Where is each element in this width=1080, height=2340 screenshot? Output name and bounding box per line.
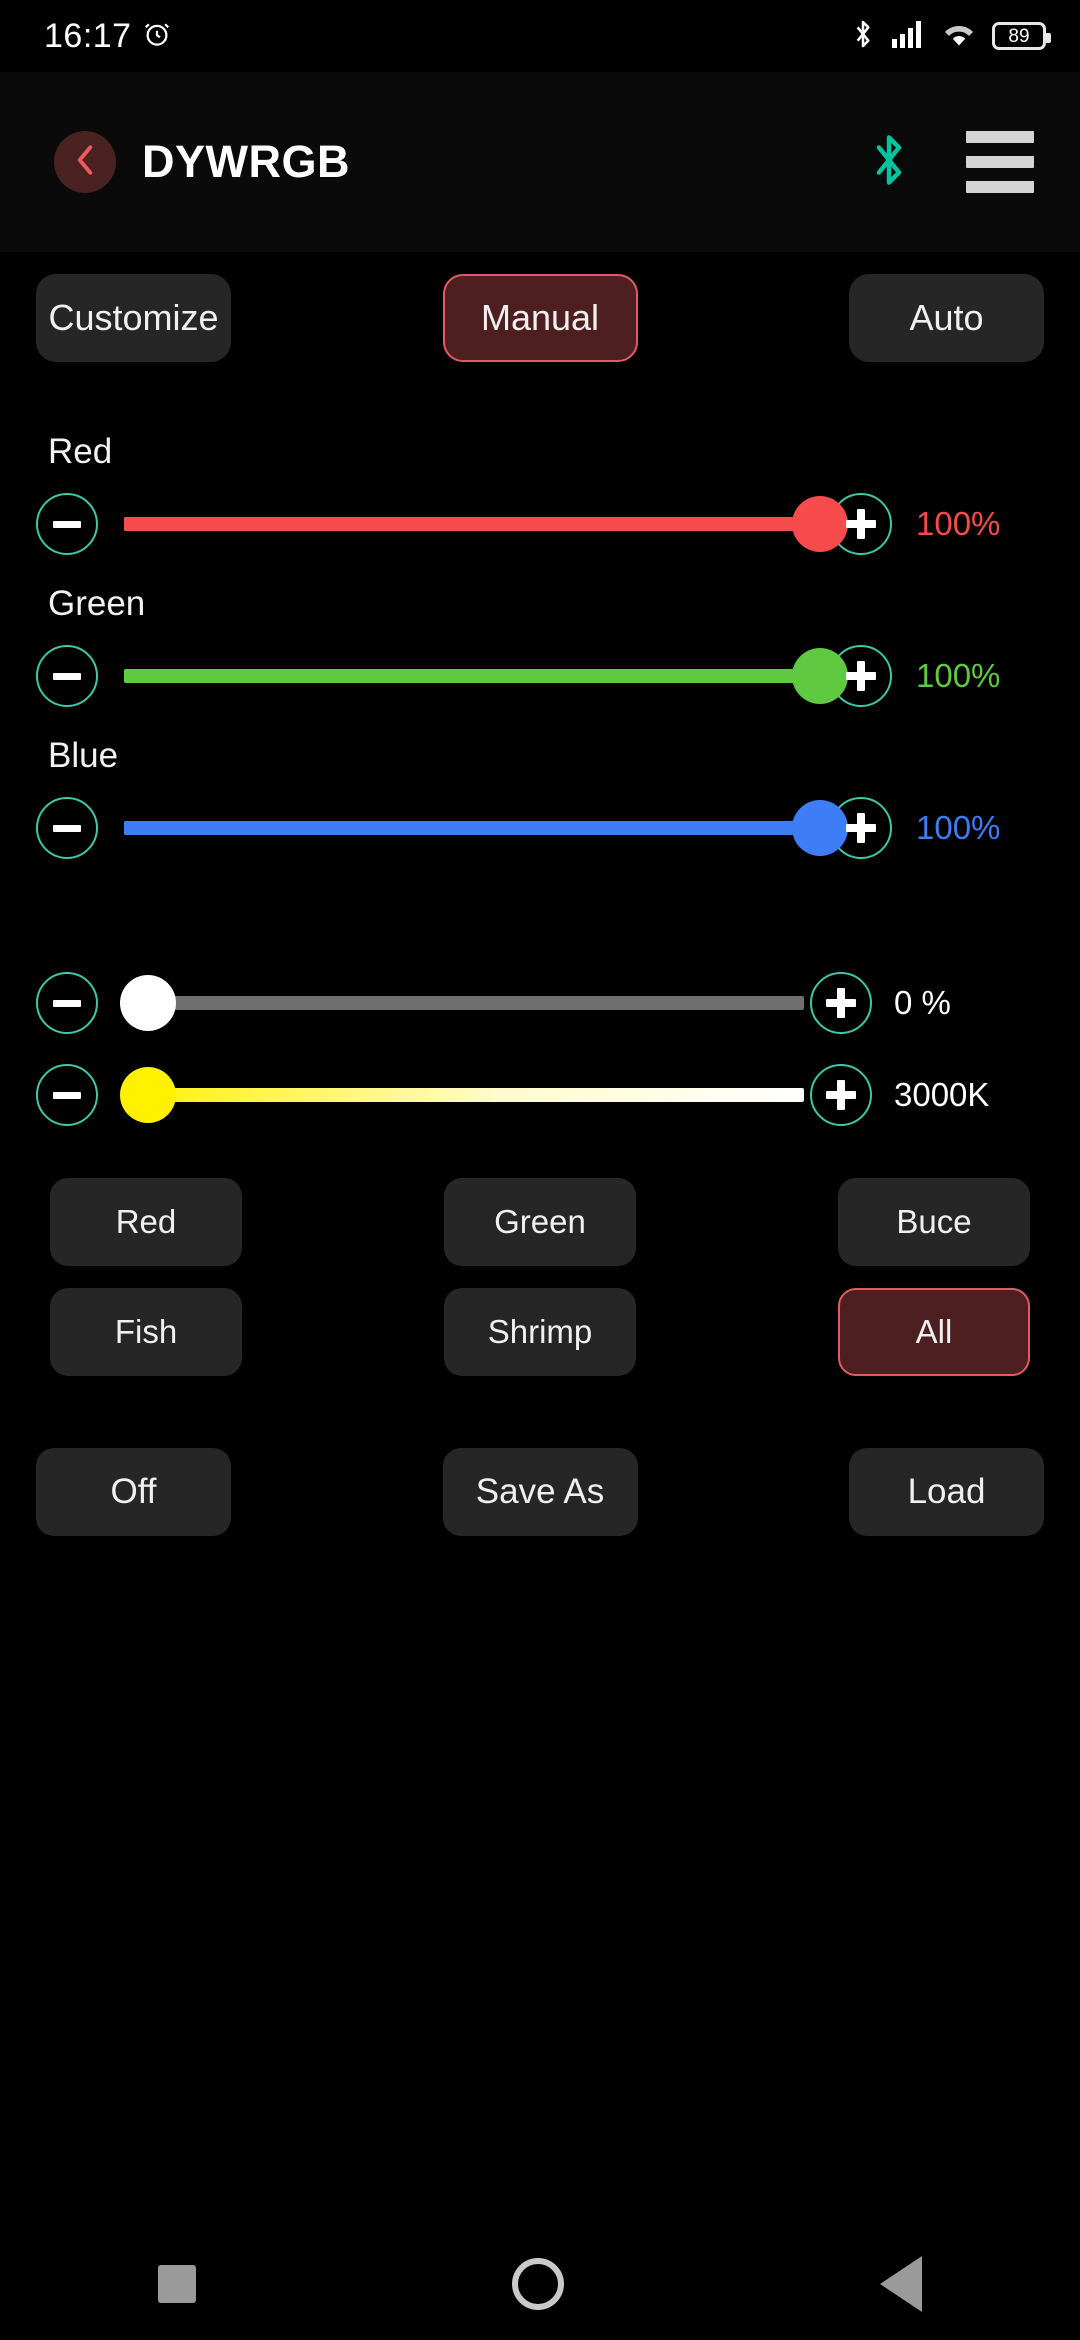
chevron-left-icon <box>71 143 99 182</box>
minus-icon <box>53 825 81 832</box>
minus-icon <box>53 1092 81 1099</box>
blue-slider-block: Blue 100% <box>36 736 1044 870</box>
status-bar-left: 16:17 <box>44 17 172 56</box>
white-track-bg <box>122 996 804 1010</box>
page-title: DYWRGB <box>142 136 350 188</box>
status-bar-right: 89 <box>850 18 1046 55</box>
blue-decrease-button[interactable] <box>36 797 98 859</box>
red-decrease-button[interactable] <box>36 493 98 555</box>
minus-icon <box>53 521 81 528</box>
wifi-icon <box>942 20 976 53</box>
battery-icon: 89 <box>992 22 1046 50</box>
tab-customize[interactable]: Customize <box>36 274 231 362</box>
hamburger-bar <box>966 181 1034 193</box>
white-slider-track[interactable] <box>122 972 804 1034</box>
back-button[interactable] <box>54 131 116 193</box>
white-kelvin-section: 0 % 3000K <box>0 888 1080 1132</box>
green-slider-label: Green <box>48 584 1044 624</box>
preset-buce-button[interactable]: Buce <box>838 1178 1030 1266</box>
system-navbar <box>0 2228 1080 2340</box>
green-slider-block: Green 100% <box>36 584 1044 718</box>
preset-row-2: Fish Shrimp All <box>50 1288 1030 1376</box>
hamburger-bar <box>966 156 1034 168</box>
tab-auto[interactable]: Auto <box>849 274 1044 362</box>
bluetooth-icon <box>850 18 876 55</box>
app-header: DYWRGB <box>0 72 1080 252</box>
circle-home-icon[interactable] <box>512 2258 564 2310</box>
status-time: 16:17 <box>44 17 132 56</box>
mode-tabs: Customize Manual Auto <box>0 252 1080 362</box>
blue-track-fill <box>124 821 820 835</box>
kelvin-increase-button[interactable] <box>810 1064 872 1126</box>
save-as-button[interactable]: Save As <box>443 1448 638 1536</box>
red-slider-label: Red <box>48 432 1044 472</box>
white-slider-thumb[interactable] <box>120 975 176 1031</box>
green-slider-track[interactable] <box>124 645 820 707</box>
plus-icon <box>846 661 876 691</box>
green-track-fill <box>124 669 820 683</box>
red-slider-track[interactable] <box>124 493 820 555</box>
white-value-label: 0 % <box>894 984 1044 1022</box>
red-slider-thumb[interactable] <box>792 496 848 552</box>
kelvin-slider-thumb[interactable] <box>120 1067 176 1123</box>
battery-level: 89 <box>1008 27 1029 46</box>
blue-slider-row: 100% <box>36 786 1044 870</box>
red-track-fill <box>124 517 820 531</box>
white-increase-button[interactable] <box>810 972 872 1034</box>
preset-grid: Red Green Buce Fish Shrimp All <box>0 1150 1080 1376</box>
kelvin-slider-row: 3000K <box>36 1058 1044 1132</box>
preset-fish-button[interactable]: Fish <box>50 1288 242 1376</box>
white-slider-row: 0 % <box>36 966 1044 1040</box>
preset-red-button[interactable]: Red <box>50 1178 242 1266</box>
preset-row-1: Red Green Buce <box>50 1178 1030 1266</box>
plus-icon <box>826 988 856 1018</box>
square-recents-icon[interactable] <box>158 2265 196 2303</box>
blue-slider-thumb[interactable] <box>792 800 848 856</box>
green-slider-row: 100% <box>36 634 1044 718</box>
red-value-label: 100% <box>916 505 1044 543</box>
cellular-signal-icon <box>892 20 926 53</box>
status-bar: 16:17 <box>0 0 1080 72</box>
green-slider-thumb[interactable] <box>792 648 848 704</box>
preset-green-button[interactable]: Green <box>444 1178 636 1266</box>
blue-slider-track[interactable] <box>124 797 820 859</box>
blue-value-label: 100% <box>916 809 1044 847</box>
action-button-row: Off Save As Load <box>0 1376 1080 1536</box>
hamburger-bar <box>966 131 1034 143</box>
off-button[interactable]: Off <box>36 1448 231 1536</box>
kelvin-value-label: 3000K <box>894 1076 1044 1114</box>
green-value-label: 100% <box>916 657 1044 695</box>
minus-icon <box>53 673 81 680</box>
rgb-slider-section: Red 100% Green <box>0 362 1080 870</box>
plus-icon <box>826 1080 856 1110</box>
preset-all-button[interactable]: All <box>838 1288 1030 1376</box>
hamburger-menu-icon[interactable] <box>966 131 1034 193</box>
plus-icon <box>846 813 876 843</box>
bluetooth-status-icon[interactable] <box>868 130 910 195</box>
preset-shrimp-button[interactable]: Shrimp <box>444 1288 636 1376</box>
blue-slider-label: Blue <box>48 736 1044 776</box>
alarm-clock-icon <box>142 19 172 54</box>
tab-manual[interactable]: Manual <box>443 274 638 362</box>
kelvin-track-bg <box>122 1088 804 1102</box>
green-decrease-button[interactable] <box>36 645 98 707</box>
red-slider-block: Red 100% <box>36 432 1044 566</box>
kelvin-slider-track[interactable] <box>122 1064 804 1126</box>
red-slider-row: 100% <box>36 482 1044 566</box>
white-decrease-button[interactable] <box>36 972 98 1034</box>
plus-icon <box>846 509 876 539</box>
triangle-back-icon[interactable] <box>880 2256 922 2312</box>
load-button[interactable]: Load <box>849 1448 1044 1536</box>
minus-icon <box>53 1000 81 1007</box>
kelvin-decrease-button[interactable] <box>36 1064 98 1126</box>
